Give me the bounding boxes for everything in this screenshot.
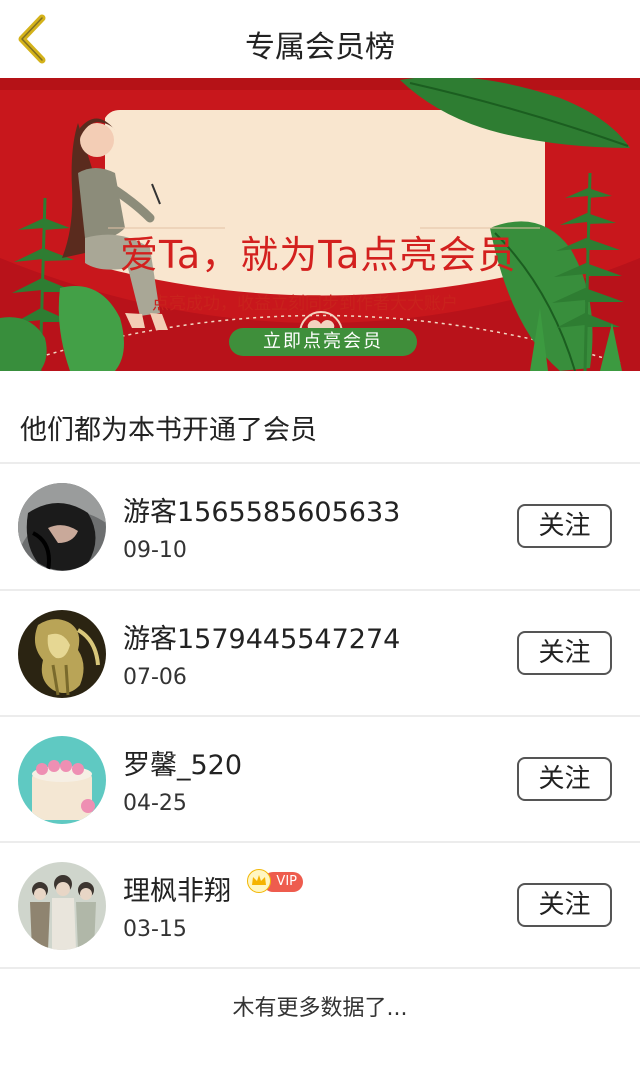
page-title: 专属会员榜 — [245, 30, 395, 65]
member-row[interactable]: 游客1565585605633 09-10 关注 — [0, 464, 640, 590]
member-row[interactable]: 罗馨_520 04-25 关注 — [0, 717, 640, 843]
member-name: 游客1565585605633 — [123, 497, 401, 528]
member-date: 09-10 — [123, 538, 187, 563]
no-more-data-text: 木有更多数据了... — [232, 996, 408, 1021]
member-date: 07-06 — [123, 665, 187, 690]
divider — [0, 967, 640, 969]
member-row[interactable]: 理枫非翔 VIP 03-15 关注 — [0, 843, 640, 969]
crown-icon — [247, 869, 271, 893]
avatar[interactable] — [18, 483, 106, 571]
member-row[interactable]: 游客1579445547274 07-06 关注 — [0, 591, 640, 717]
section-title: 他们都为本书开通了会员 — [20, 415, 317, 446]
avatar[interactable] — [18, 862, 106, 950]
member-name: 理枫非翔 — [123, 876, 231, 907]
follow-button[interactable]: 关注 — [517, 631, 612, 675]
member-promo-banner[interactable]: 爱Ta，就为Ta点亮会员 点亮成功，收益立刻同步到作者大大账户 立即点亮会员 — [0, 78, 640, 371]
follow-button[interactable]: 关注 — [517, 504, 612, 548]
light-up-membership-button[interactable]: 立即点亮会员 — [229, 328, 417, 356]
avatar[interactable] — [18, 610, 106, 698]
follow-button[interactable]: 关注 — [517, 757, 612, 801]
avatar[interactable] — [18, 736, 106, 824]
member-name: 罗馨_520 — [123, 750, 243, 781]
follow-button[interactable]: 关注 — [517, 883, 612, 927]
banner-subtitle: 点亮成功，收益立刻同步到作者大大账户 — [152, 294, 458, 314]
member-date: 04-25 — [123, 791, 187, 816]
banner-title: 爱Ta，就为Ta点亮会员 — [120, 233, 517, 277]
top-bar: 专属会员榜 — [0, 0, 640, 78]
member-name: 游客1579445547274 — [123, 624, 401, 655]
member-date: 03-15 — [123, 917, 187, 942]
